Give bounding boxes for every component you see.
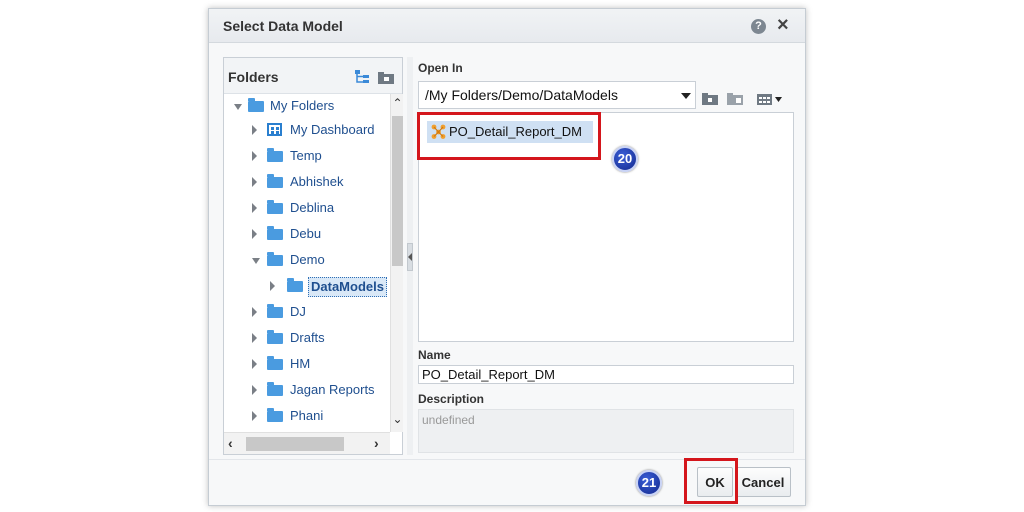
collapsed-arrow-icon[interactable] [252,125,257,135]
select-data-model-dialog: Select Data Model ? × Folders My Folders… [208,8,806,506]
folder-icon [248,98,264,112]
folder-icon [267,174,283,188]
folders-panel: Folders My Folders My Dashboard Temp Abh… [223,57,403,455]
highlight-box-data-model [417,112,601,160]
expanded-arrow-icon[interactable] [234,104,242,110]
collapsed-arrow-icon[interactable] [252,359,257,369]
collapsed-arrow-icon[interactable] [270,281,275,291]
folder-icon [267,252,283,266]
tree-item-label: My Dashboard [290,122,375,137]
expanded-arrow-icon[interactable] [252,258,260,264]
folder-icon [267,356,283,370]
step-badge-21: 21 [636,470,662,496]
tree-item-label: Drafts [290,330,325,345]
name-label: Name [418,348,451,362]
tree-item-my-folders[interactable]: My Folders [224,94,390,118]
folder-icon [267,408,283,422]
tree-view-icon[interactable] [354,70,370,84]
tree-item-deblina[interactable]: Deblina [224,196,390,220]
tree-item-label: Abhishek [290,174,344,189]
dialog-titlebar: Select Data Model ? × [209,9,805,43]
help-icon[interactable]: ? [751,19,766,34]
collapsed-arrow-icon[interactable] [252,229,257,239]
scroll-down-icon[interactable]: ⌄ [391,412,404,426]
collapsed-arrow-icon[interactable] [252,177,257,187]
tree-item-datamodels[interactable]: DataModels [224,274,390,298]
folder-tree-vertical-scrollbar[interactable]: ⌃ ⌄ [390,94,403,432]
tree-item-label: HM [290,356,311,371]
panel-splitter[interactable] [407,57,413,455]
scroll-right-icon[interactable]: › [374,435,379,451]
collapsed-arrow-icon[interactable] [252,411,257,421]
description-label: Description [418,392,485,406]
tree-item-phani[interactable]: Phani [224,404,390,428]
scroll-left-icon[interactable]: ‹ [228,435,233,451]
folders-title: Folders [228,69,279,85]
view-options-icon[interactable] [757,93,783,105]
tree-item-label: Deblina [290,200,335,215]
dialog-title: Select Data Model [223,18,343,34]
folder-icon [267,304,283,318]
folder-icon [267,200,283,214]
folder-icon [267,330,283,344]
folder-icon [287,278,303,292]
tree-item-debu[interactable]: Debu [224,222,390,246]
cancel-button[interactable]: Cancel [735,467,791,497]
upload-icon[interactable] [702,93,718,105]
tree-item-drafts[interactable]: Drafts [224,326,390,350]
description-field[interactable]: undefined [418,409,794,453]
collapsed-arrow-icon[interactable] [252,333,257,343]
scroll-up-icon[interactable]: ⌃ [391,96,404,110]
tree-item-label: Debu [290,226,322,241]
folder-tree-horizontal-scrollbar[interactable]: ‹ › [224,432,390,454]
tree-item-label: Jagan Reports [290,382,375,397]
collapsed-arrow-icon[interactable] [252,385,257,395]
collapsed-arrow-icon[interactable] [252,203,257,213]
tree-item-abhishek[interactable]: Abhishek [224,170,390,194]
tree-item-dj[interactable]: DJ [224,300,390,324]
highlight-box-ok-button [684,458,738,504]
tree-item-temp[interactable]: Temp [224,144,390,168]
tree-item-jagan-reports[interactable]: Jagan Reports [224,378,390,402]
tree-item-hm[interactable]: HM [224,352,390,376]
collapse-panel-icon[interactable] [407,243,413,271]
vertical-scroll-thumb[interactable] [392,116,403,266]
tree-item-my-dashboard[interactable]: My Dashboard [224,118,390,142]
step-badge-20: 20 [612,146,638,172]
folder-icon [267,226,283,240]
folder-icon [267,382,283,396]
open-in-path-select[interactable]: /My Folders/Demo/DataModels [418,81,696,109]
horizontal-scroll-thumb[interactable] [246,437,344,451]
collapsed-arrow-icon[interactable] [252,151,257,161]
open-in-path-value: /My Folders/Demo/DataModels [425,87,618,103]
tree-item-demo[interactable]: Demo [224,248,390,272]
dashboard-icon [267,123,282,136]
tree-item-label-selected: DataModels [308,277,387,297]
folder-icon [267,148,283,162]
tree-item-label: DJ [290,304,306,319]
collapsed-arrow-icon[interactable] [252,307,257,317]
name-field[interactable]: PO_Detail_Report_DM [418,365,794,384]
folder-tree: My Folders My Dashboard Temp Abhishek De [224,94,390,432]
open-in-label: Open In [418,61,463,75]
new-folder-icon[interactable] [378,72,394,84]
tree-item-label: Phani [290,408,324,423]
properties-icon[interactable] [727,93,743,105]
tree-item-label: Temp [290,148,322,163]
tree-item-label: Demo [290,252,325,267]
tree-item-label: My Folders [270,98,335,113]
close-icon[interactable]: × [777,14,789,36]
folders-header: Folders [224,58,402,94]
dropdown-arrow-icon[interactable] [681,93,691,99]
